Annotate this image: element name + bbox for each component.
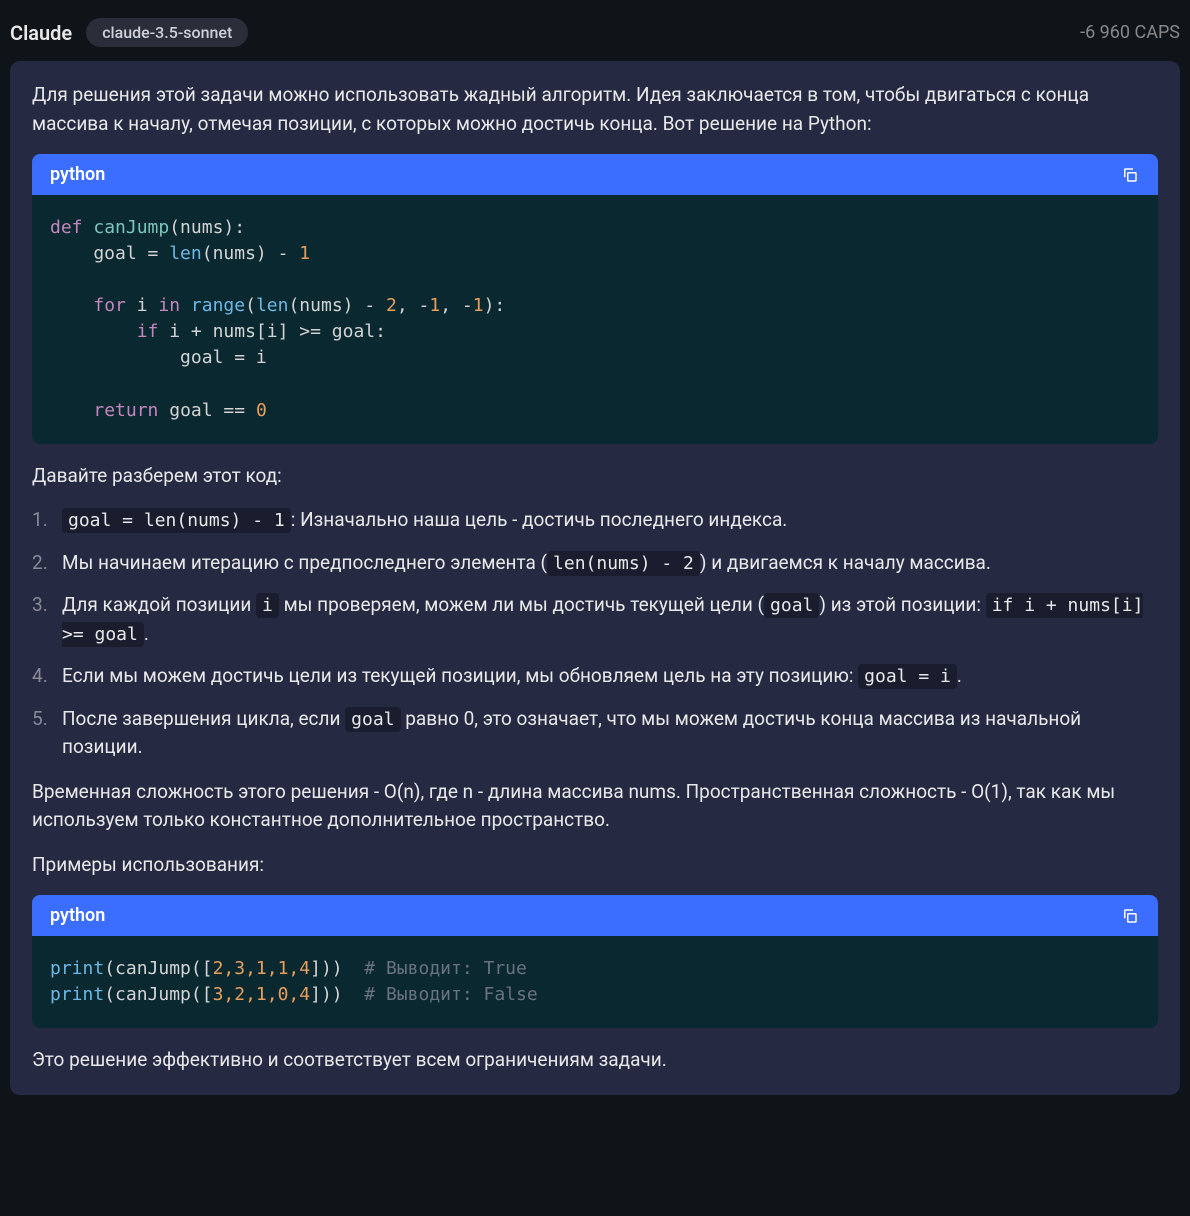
caps-counter: -6 960 CAPS: [1080, 22, 1180, 43]
complexity-paragraph: Временная сложность этого решения - O(n)…: [32, 778, 1158, 835]
list-item: После завершения цикла, если goal равно …: [32, 705, 1158, 762]
inline-code: goal: [764, 593, 819, 618]
list-item: goal = len(nums) - 1: Изначально наша це…: [32, 506, 1158, 535]
app-title: Claude: [10, 21, 72, 45]
copy-button[interactable]: [1120, 165, 1140, 185]
intro-paragraph: Для решения этой задачи можно использова…: [32, 81, 1158, 138]
inline-code: goal: [345, 707, 400, 732]
code-body[interactable]: print(canJump([2,3,1,1,4])) # Выводит: T…: [32, 936, 1158, 1028]
inline-code: len(nums) - 2: [547, 551, 700, 576]
examples-intro: Примеры использования:: [32, 851, 1158, 880]
code-block-2: python print(canJump([2,3,1,1,4])) # Выв…: [32, 895, 1158, 1028]
outro-paragraph: Это решение эффективно и соответствует в…: [32, 1046, 1158, 1075]
copy-button[interactable]: [1120, 906, 1140, 926]
model-badge[interactable]: claude-3.5-sonnet: [86, 18, 248, 47]
copy-icon: [1121, 166, 1139, 184]
inline-code: i: [256, 593, 279, 618]
header-left: Claude claude-3.5-sonnet: [10, 18, 248, 47]
explain-intro: Давайте разберем этот код:: [32, 462, 1158, 491]
inline-code: goal = len(nums) - 1: [62, 508, 291, 533]
chat-header: Claude claude-3.5-sonnet -6 960 CAPS: [10, 10, 1180, 61]
list-item: Для каждой позиции i мы проверяем, можем…: [32, 591, 1158, 648]
code-body[interactable]: def canJump(nums): goal = len(nums) - 1 …: [32, 195, 1158, 444]
list-item: Если мы можем достичь цели из текущей по…: [32, 662, 1158, 691]
code-language-label: python: [50, 905, 105, 926]
list-item: Мы начинаем итерацию с предпоследнего эл…: [32, 549, 1158, 578]
code-block-1: python def canJump(nums): goal = len(num…: [32, 154, 1158, 444]
assistant-message: Для решения этой задачи можно использова…: [10, 61, 1180, 1095]
code-language-label: python: [50, 164, 105, 185]
inline-code: goal = i: [858, 664, 957, 689]
copy-icon: [1121, 907, 1139, 925]
code-header: python: [32, 895, 1158, 936]
code-header: python: [32, 154, 1158, 195]
explanation-list: goal = len(nums) - 1: Изначально наша це…: [32, 506, 1158, 762]
